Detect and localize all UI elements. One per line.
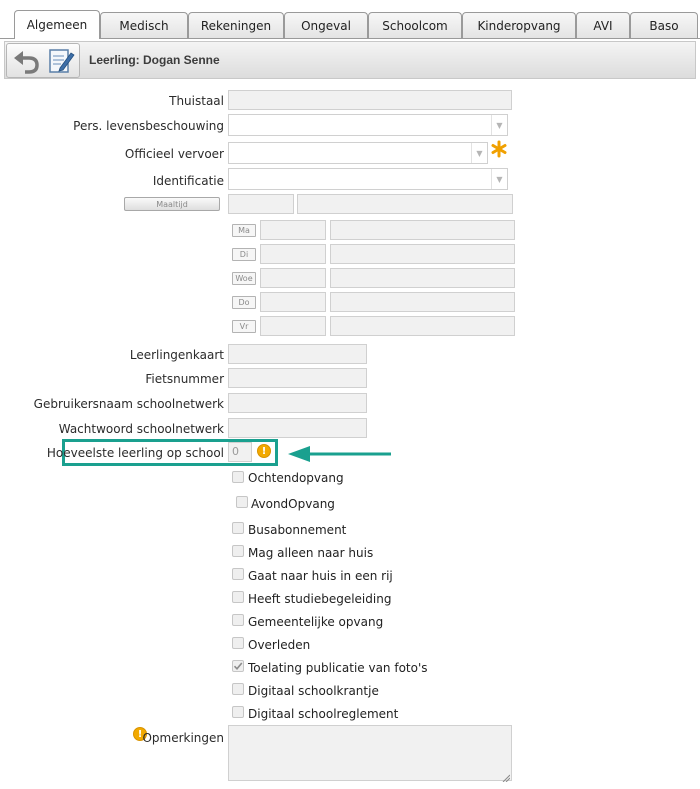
tab-baso[interactable]: Baso [630,12,698,38]
tab-avi[interactable]: AVI [576,12,630,38]
day-button-ma[interactable]: Ma [232,224,256,237]
page-title: Leerling: Dogan Senne [89,53,220,67]
arrow-pointer-icon [288,446,392,462]
toolbar [6,43,80,78]
checkbox-label-busabonnement: Busabonnement [248,523,347,537]
day-button-do[interactable]: Do [232,296,256,309]
day-field-ma-2[interactable] [330,220,515,240]
wachtwoord-field[interactable] [228,418,367,438]
required-star-icon [490,140,508,158]
identificatie-select[interactable]: ▼ [228,168,508,190]
checkbox-gemeentelijke-opvang[interactable] [232,614,244,626]
notepad-icon[interactable] [47,47,75,75]
checkbox-schoolreglement[interactable] [232,706,244,718]
vervoer-select[interactable]: ▼ [228,142,488,164]
checkbox-label-avondopvang: AvondOpvang [251,497,335,511]
gebruikersnaam-label: Gebruikersnaam schoolnetwerk [33,397,224,411]
tab-rekeningen[interactable]: Rekeningen [188,12,284,38]
checkbox-label-gaat-naar-huis-in-rij: Gaat naar huis in een rij [248,569,393,583]
fietsnummer-label: Fietsnummer [145,372,224,386]
maaltijd-button[interactable]: Maaltijd [124,197,220,211]
maaltijd-field-1[interactable] [228,194,294,214]
chevron-down-icon[interactable]: ▼ [471,143,487,163]
maaltijd-field-2[interactable] [297,194,513,214]
checkbox-studiebegeleiding[interactable] [232,591,244,603]
tab-algemeen[interactable]: Algemeen [14,10,100,39]
day-button-woe[interactable]: Woe [232,272,256,285]
checkbox-gaat-naar-huis-in-rij[interactable] [232,568,244,580]
checkbox-publicatie-fotos[interactable] [232,660,244,672]
chevron-down-icon[interactable]: ▼ [491,115,507,135]
tab-medisch[interactable]: Medisch [100,12,188,38]
checkbox-schoolkrantje[interactable] [232,683,244,695]
thuistaal-field[interactable] [228,90,512,110]
day-field-vr-2[interactable] [330,316,515,336]
checkbox-label-studiebegeleiding: Heeft studiebegeleiding [248,592,392,606]
tab-bar: Algemeen Medisch Rekeningen Ongeval Scho… [0,0,700,39]
hoeveelste-field[interactable]: 0 [228,442,252,462]
leerlingenkaart-field[interactable] [228,344,367,364]
day-button-di[interactable]: Di [232,248,256,261]
day-field-vr-1[interactable] [260,316,326,336]
fietsnummer-field[interactable] [228,368,367,388]
opmerkingen-label: Opmerkingen [142,731,224,745]
day-field-di-2[interactable] [330,244,515,264]
hoeveelste-label: Hoeveelste leerling op school [46,446,224,460]
thuistaal-label: Thuistaal [169,94,224,108]
checkbox-label-schoolreglement: Digitaal schoolreglement [248,707,399,721]
identificatie-label: Identificatie [152,174,224,188]
checkbox-label-mag-alleen-naar-huis: Mag alleen naar huis [248,546,374,560]
day-button-vr[interactable]: Vr [232,320,256,333]
day-field-woe-2[interactable] [330,268,515,288]
day-field-di-1[interactable] [260,244,326,264]
undo-icon[interactable] [12,48,40,74]
levensbeschouwing-label: Pers. levensbeschouwing [73,119,224,133]
levensbeschouwing-select[interactable]: ▼ [228,114,508,136]
wachtwoord-label: Wachtwoord schoolnetwerk [58,422,224,436]
day-field-do-2[interactable] [330,292,515,312]
gebruikersnaam-field[interactable] [228,393,367,413]
day-field-woe-1[interactable] [260,268,326,288]
checkbox-label-overleden: Overleden [248,638,311,652]
day-field-do-1[interactable] [260,292,326,312]
opmerkingen-textarea[interactable] [228,725,512,783]
resize-handle-icon[interactable] [502,771,511,783]
chevron-down-icon[interactable]: ▼ [491,169,507,189]
vervoer-label: Officieel vervoer [124,147,224,161]
tab-divider [0,38,700,39]
checkbox-mag-alleen-naar-huis[interactable] [232,545,244,557]
checkbox-label-ochtendopvang: Ochtendopvang [248,471,344,485]
tab-ongeval[interactable]: Ongeval [284,12,368,38]
checkbox-ochtendopvang[interactable] [232,471,244,483]
info-icon[interactable]: ! [257,444,271,458]
checkbox-label-publicatie-fotos: Toelating publicatie van foto's [248,661,428,675]
day-field-ma-1[interactable] [260,220,326,240]
checkbox-busabonnement[interactable] [232,522,244,534]
tab-kinderopvang[interactable]: Kinderopvang [462,12,576,38]
checkbox-label-gemeentelijke-opvang: Gemeentelijke opvang [248,615,384,629]
checkbox-avondopvang[interactable] [236,496,248,508]
checkbox-overleden[interactable] [232,637,244,649]
leerlingenkaart-label: Leerlingenkaart [129,348,224,362]
checkmark-icon [233,662,243,671]
checkbox-label-schoolkrantje: Digitaal schoolkrantje [248,684,379,698]
tab-schoolcom[interactable]: Schoolcom [368,12,462,38]
